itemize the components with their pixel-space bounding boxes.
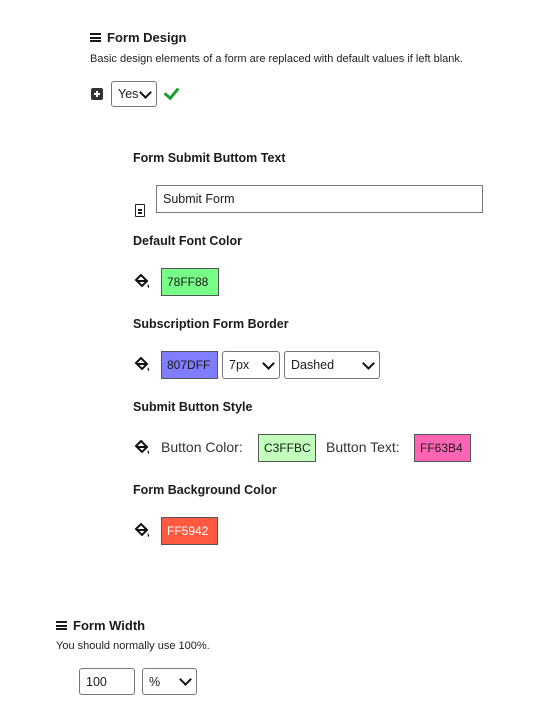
hamburger-icon[interactable] <box>90 33 101 42</box>
form-design-enabled-value: Yes <box>118 87 139 101</box>
button-style-label: Submit Button Style <box>133 400 253 414</box>
form-width-unit-select[interactable]: % <box>142 668 197 695</box>
form-design-description: Basic design elements of a form are repl… <box>90 53 463 65</box>
form-width-description: You should normally use 100%. <box>56 640 210 652</box>
paint-bucket-icon[interactable] <box>133 440 151 456</box>
form-width-unit-value: % <box>149 674 161 689</box>
submit-text-label: Form Submit Buttom Text <box>133 151 286 165</box>
submit-text-value: Submit Form <box>163 192 235 206</box>
form-width-input[interactable]: 100 <box>79 668 135 695</box>
chevron-down-icon <box>139 85 152 99</box>
document-icon <box>135 204 145 217</box>
border-label: Subscription Form Border <box>133 317 289 331</box>
form-width-value: 100 <box>86 674 107 689</box>
font-color-input[interactable]: 78FF88 <box>161 268 219 296</box>
button-text-color-input[interactable]: FF63B4 <box>414 434 471 462</box>
border-color-input[interactable]: 807DFF <box>161 351 218 379</box>
background-color-value: FF5942 <box>167 524 209 538</box>
chevron-down-icon <box>362 356 375 370</box>
chevron-down-icon <box>179 673 192 686</box>
border-style-value: Dashed <box>291 358 335 372</box>
submit-text-input[interactable]: Submit Form <box>156 185 483 213</box>
background-label: Form Background Color <box>133 483 277 497</box>
button-color-input[interactable]: C3FFBC <box>258 434 316 462</box>
border-width-value: 7px <box>229 358 250 372</box>
font-color-value: 78FF88 <box>167 275 209 289</box>
button-text-label: Button Text: <box>326 439 400 455</box>
form-design-enabled-select[interactable]: Yes <box>111 81 157 107</box>
border-color-value: 807DFF <box>167 358 211 372</box>
background-color-input[interactable]: FF5942 <box>161 517 218 545</box>
button-color-value: C3FFBC <box>264 441 311 455</box>
plus-square-icon[interactable] <box>91 88 103 100</box>
form-design-title: Form Design <box>107 30 187 45</box>
border-style-select[interactable]: Dashed <box>284 351 380 379</box>
form-width-title: Form Width <box>73 618 146 633</box>
paint-bucket-icon[interactable] <box>133 357 151 373</box>
button-text-color-value: FF63B4 <box>420 441 463 455</box>
check-icon <box>163 83 180 101</box>
hamburger-icon[interactable] <box>56 621 67 630</box>
paint-bucket-icon[interactable] <box>133 523 151 539</box>
border-width-select[interactable]: 7px <box>222 351 280 379</box>
form-width-heading: Form Width <box>56 618 145 633</box>
button-color-label: Button Color: <box>161 439 243 455</box>
font-color-label: Default Font Color <box>133 234 243 248</box>
paint-bucket-icon[interactable] <box>133 274 151 290</box>
form-design-heading: Form Design <box>90 30 186 45</box>
chevron-down-icon <box>262 356 275 370</box>
